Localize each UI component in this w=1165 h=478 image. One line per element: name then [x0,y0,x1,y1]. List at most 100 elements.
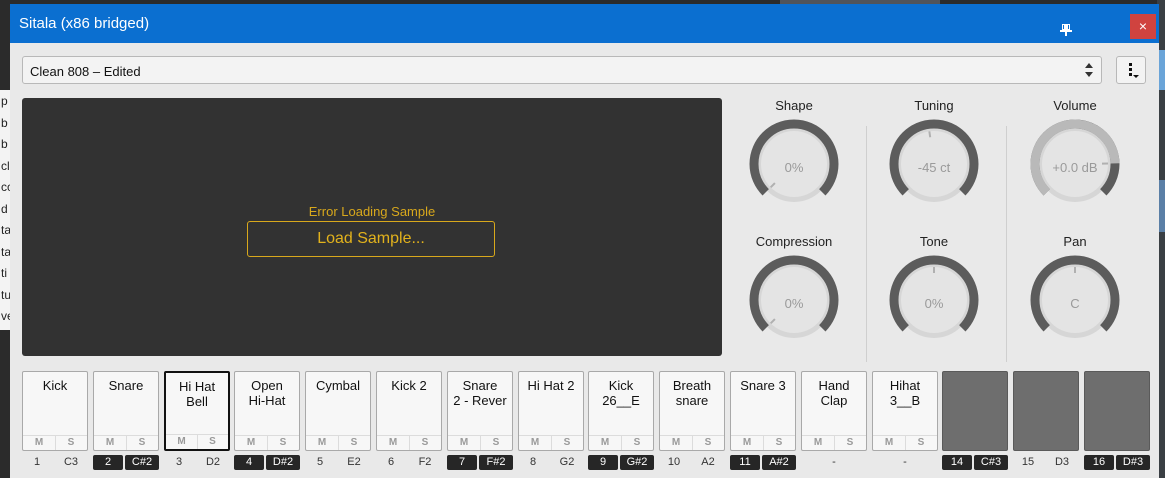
pad-name: Snare 2 - Rever [453,378,507,408]
pad-number: 9 [588,455,618,470]
mute-button[interactable]: M [377,437,409,448]
pad-note-mapping: 3 D2 [164,455,230,470]
pin-icon[interactable] [1059,23,1073,37]
pad-number: 11 [730,455,760,470]
mute-button[interactable]: M [166,436,197,447]
drum-pad[interactable]: Snare 2 - Rever M S [447,371,513,451]
close-icon: × [1138,18,1148,34]
pad-note-mapping: 8 G2 [518,455,584,470]
mute-button[interactable]: M [306,437,338,448]
drum-pad[interactable]: Hi Hat 2 MS [518,371,584,451]
solo-button[interactable]: S [692,437,724,448]
drum-pad[interactable]: Cymbal M S [305,371,371,451]
preset-selector[interactable]: Clean 808 – Edited [22,56,1102,84]
pad-name: Breath snare [672,378,712,408]
pad-number: 14 [942,455,972,470]
drum-pad[interactable]: Snare 3 MS [730,371,796,451]
mute-button[interactable]: M [94,437,126,448]
pad-note-mapping: 6 F2 [376,455,442,470]
mute-button[interactable]: M [660,437,692,448]
knob-value: -45 ct [917,160,951,175]
knob-shape[interactable]: Shape 0% [734,98,854,218]
knob-value: 0% [784,296,804,311]
mute-solo-bar: MS [306,435,370,450]
mute-button[interactable]: M [235,437,267,448]
pad-name: Hi Hat 2 [527,378,575,393]
pad-note-mapping: 16 D#3 [1084,455,1150,470]
empty-pad[interactable] [1013,371,1079,451]
pad-note-mapping: 10 A2 [659,455,725,470]
drum-pad[interactable]: Snare M S [93,371,159,451]
mute-button[interactable]: M [23,437,55,448]
mute-button[interactable]: M [802,437,834,448]
pad-name: Hi Hat Bell [178,379,216,409]
pad-number: 16 [1084,455,1114,470]
title-bar[interactable]: Sitala (x86 bridged) × [10,4,1159,43]
mute-button[interactable]: M [873,437,905,448]
sample-error-message: Error Loading Sample [308,204,436,219]
pad-number: 4 [234,455,264,470]
mute-button[interactable]: M [519,437,551,448]
solo-button[interactable]: S [55,437,87,448]
solo-button[interactable]: S [480,437,512,448]
knob-divider [1006,126,1007,362]
solo-button[interactable]: S [834,437,866,448]
up-down-arrows-icon [1085,63,1093,77]
host-text-fragment: cl [1,158,10,173]
knob-volume[interactable]: Volume +0.0 dB [1015,98,1135,218]
drum-pad[interactable]: Hand Clap M S [801,371,867,451]
empty-pad[interactable] [1084,371,1150,451]
mute-button[interactable]: M [589,437,621,448]
solo-button[interactable]: S [126,437,158,448]
pad-note-mapping: 9 G#2 [588,455,654,470]
knob-value: 0% [924,296,944,311]
knob-label: Compression [755,234,833,249]
close-button[interactable]: × [1130,14,1156,39]
solo-button[interactable]: S [197,436,228,447]
drum-pad[interactable]: Hihat 3__B M S [872,371,938,451]
pad-number: 3 [175,456,183,468]
pad-midi-note: C#2 [125,455,159,470]
drum-pad[interactable]: Kick 26__E M S [588,371,654,451]
knob-compression[interactable]: Compression 0% [734,234,854,354]
pad-note-mapping: 15 D3 [1013,455,1079,470]
knob-tuning[interactable]: Tuning -45 ct [874,98,994,218]
pad-midi-note: E2 [347,456,361,468]
mute-solo-bar: MS [448,435,512,450]
solo-button[interactable]: S [621,437,653,448]
knob-pan[interactable]: Pan C [1015,234,1135,354]
sample-display[interactable]: Error Loading Sample Load Sample... [22,98,722,356]
drum-pad[interactable]: Kick 2 MS [376,371,442,451]
pad-midi-note: F#2 [479,455,513,470]
drum-pad[interactable]: Breath snare M S [659,371,725,451]
mute-solo-bar: MS [589,435,653,450]
preset-menu-button[interactable] [1116,56,1146,84]
host-text-fragment: ti [1,266,7,280]
pad-midi-note: D3 [1054,456,1070,468]
drum-pad[interactable]: Kick M S [22,371,88,451]
mute-button[interactable]: M [731,437,763,448]
drum-pad[interactable]: Open Hi-Hat M S [234,371,300,451]
solo-button[interactable]: S [551,437,583,448]
solo-button[interactable]: S [905,437,937,448]
drum-pad[interactable]: Hi Hat Bell M S [164,371,230,451]
mute-solo-bar: MS [23,435,87,450]
preset-name: Clean 808 – Edited [30,64,141,79]
pad-number: 5 [316,456,324,468]
load-sample-button[interactable]: Load Sample... [247,221,495,257]
kebab-menu-icon [1129,63,1139,78]
mute-solo-bar: MS [873,435,937,450]
solo-button[interactable]: S [409,437,441,448]
pad-note-mapping: 2 C#2 [93,455,159,470]
knob-tone[interactable]: Tone 0% [874,234,994,354]
host-text-fragment: b [1,137,8,151]
knob-divider [866,126,867,362]
pad-name: Kick 26__E [602,378,640,408]
pad-note-mapping: 4 D#2 [234,455,300,470]
empty-pad[interactable] [942,371,1008,451]
solo-button[interactable]: S [763,437,795,448]
solo-button[interactable]: S [338,437,370,448]
mute-button[interactable]: M [448,437,480,448]
mute-solo-bar: MS [377,435,441,450]
solo-button[interactable]: S [267,437,299,448]
